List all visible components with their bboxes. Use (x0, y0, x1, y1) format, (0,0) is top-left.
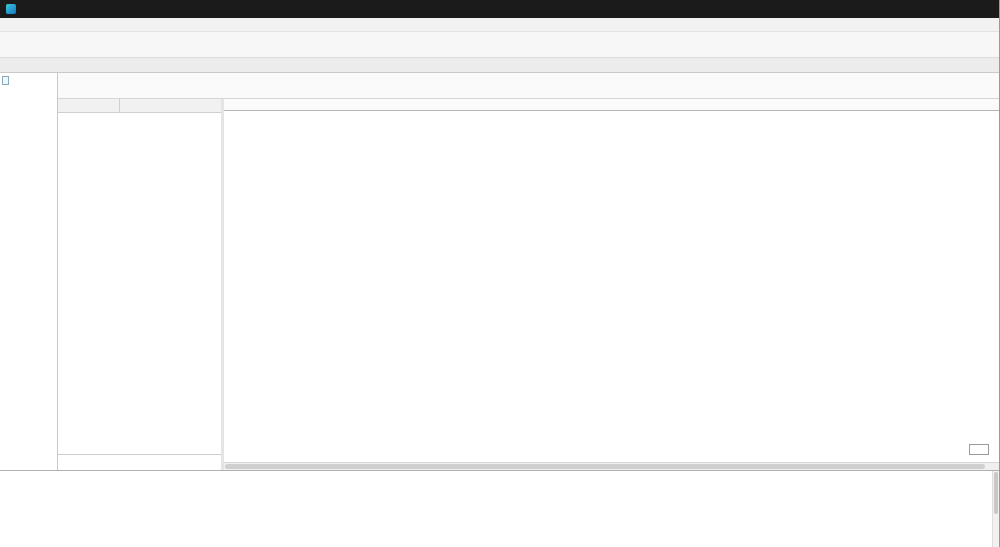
variables-panel (58, 99, 224, 470)
document-area (58, 73, 999, 470)
legend-swatch (974, 446, 981, 453)
plot-tool-toolbar (58, 73, 999, 99)
plot-content (58, 99, 999, 470)
tab-bar (0, 58, 999, 73)
variables-header (58, 99, 221, 113)
app-icon (6, 4, 16, 14)
menu-bar (0, 18, 999, 32)
title-bar (0, 0, 999, 18)
project-file-icon (2, 76, 9, 85)
chart-canvas[interactable] (224, 111, 999, 462)
drop-hint[interactable] (58, 454, 221, 470)
main-toolbar (0, 32, 999, 58)
variables-header-name (58, 99, 120, 112)
variables-list (58, 113, 221, 454)
warnings-panel (0, 470, 999, 547)
scrollbar-thumb[interactable] (994, 472, 998, 514)
tree-item-untitled-flp[interactable] (2, 76, 55, 85)
warnings-scrollbar[interactable] (992, 471, 999, 547)
project-tree-panel (0, 73, 58, 470)
chart-area (224, 99, 999, 470)
scrollbar-thumb[interactable] (225, 464, 985, 469)
chart-legend (969, 444, 989, 455)
chart-horizontal-scrollbar[interactable] (224, 462, 999, 470)
main-area (0, 73, 999, 470)
chart-x-ruler[interactable] (224, 99, 999, 111)
warnings-intro (3, 472, 996, 480)
chart-plot (224, 111, 999, 462)
